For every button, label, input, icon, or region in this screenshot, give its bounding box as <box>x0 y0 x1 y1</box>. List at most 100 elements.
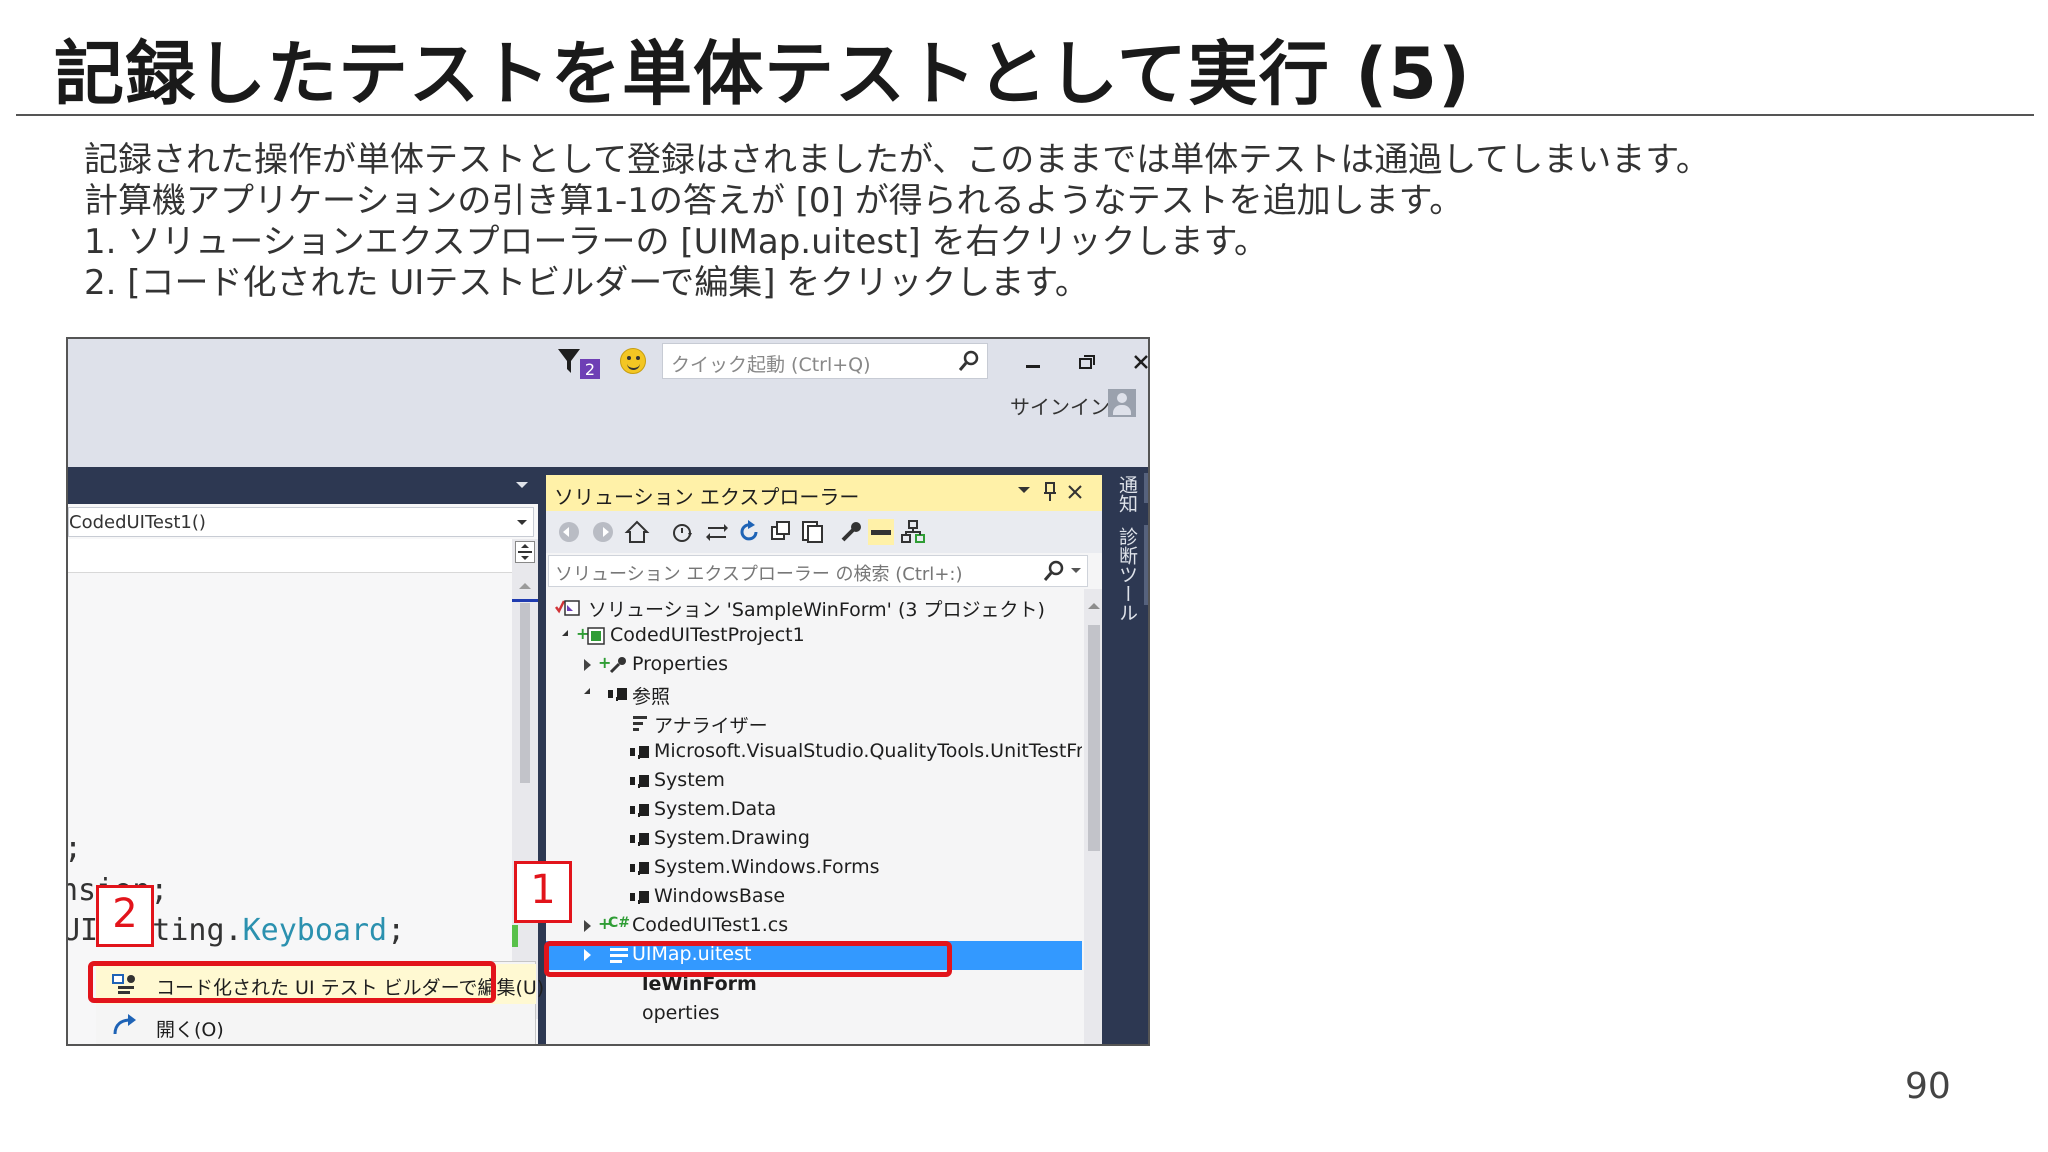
history-icon[interactable] <box>670 519 696 545</box>
code-line-1: ; <box>68 831 82 866</box>
tab-diagnostic-tools[interactable]: 診断ツール <box>1114 527 1141 622</box>
chevron-down-icon <box>517 520 527 530</box>
scrollbar-thumb[interactable] <box>1088 625 1100 851</box>
side-tool-rail: 通知 診断ツール <box>1102 467 1148 1044</box>
tree-item-reference[interactable]: System.Windows.Forms <box>546 854 1082 883</box>
feedback-smiley-icon[interactable] <box>620 348 646 374</box>
highlight-uimap-box <box>544 941 952 977</box>
vs-title-bar: 2 クイック起動 (Ctrl+Q) サインイン <box>68 339 1148 467</box>
tree-item-reference[interactable]: WindowsBase <box>546 883 1082 912</box>
wrench-icon <box>608 655 628 675</box>
solution-explorer-scrollbar[interactable] <box>1084 589 1104 1044</box>
solution-icon <box>554 597 580 617</box>
quick-launch-input[interactable]: クイック起動 (Ctrl+Q) <box>662 343 988 379</box>
tab-indicator <box>1144 473 1148 503</box>
collapse-all-icon[interactable] <box>768 519 794 545</box>
reference-icon <box>630 833 650 845</box>
show-all-files-icon[interactable] <box>800 519 826 545</box>
body-line-1: 記録された操作が単体テストとして登録はされましたが、このままでは単体テストは通過… <box>84 140 1710 180</box>
callout-step-2: 2 <box>96 885 154 947</box>
csharp-file-icon: C# <box>608 915 631 931</box>
visual-studio-screenshot: 2 クイック起動 (Ctrl+Q) サインイン CodedUITest1() U… <box>66 337 1150 1046</box>
notifications-filter-icon[interactable]: 2 <box>556 347 606 379</box>
member-dropdown[interactable]: CodedUITest1() <box>68 507 534 537</box>
body-line-4: 2. [コード化された UIテストビルダーで編集] をクリックします。 <box>84 263 1089 303</box>
code-text: UITesting. <box>66 913 243 948</box>
search-icon[interactable] <box>957 349 981 373</box>
expanded-arrow-icon[interactable] <box>584 688 590 694</box>
slide-title: 記録したテストを単体テストとして実行 (5) <box>54 33 1471 115</box>
pin-icon[interactable] <box>1042 481 1058 508</box>
solution-explorer-toolbar <box>546 511 1148 553</box>
tree-item-reference[interactable]: System.Drawing <box>546 825 1082 854</box>
chevron-down-icon[interactable] <box>516 482 528 494</box>
solution-explorer-title: ソリューション エクスプローラー <box>554 485 860 509</box>
tree-item-reference[interactable]: Microsoft.VisualStudio.QualityTools.Unit… <box>546 738 1082 767</box>
tree-item-solution[interactable]: ソリューション 'SampleWinForm' (3 プロジェクト) <box>546 593 1082 622</box>
body-text: 記録された操作が単体テストとして登録はされましたが、このままでは単体テストは通過… <box>84 140 1710 304</box>
reference-icon <box>630 775 650 787</box>
change-marker <box>512 925 518 947</box>
close-icon[interactable] <box>1066 481 1084 508</box>
solution-explorer-search-input[interactable]: ソリューション エクスプローラー の検索 (Ctrl+:) <box>548 555 1088 587</box>
home-icon[interactable] <box>624 519 650 545</box>
analyzer-icon <box>630 713 650 733</box>
back-icon[interactable] <box>556 519 582 545</box>
references-icon <box>608 688 628 700</box>
tree-item-analyzer[interactable]: アナライザー <box>546 709 1082 738</box>
tree-item-reference[interactable]: System <box>546 767 1082 796</box>
menu-item-label: 開く(O) <box>156 1019 224 1041</box>
callout-step-1: 1 <box>514 861 572 923</box>
scroll-up-icon[interactable] <box>519 577 531 589</box>
tab-notifications[interactable]: 通知 <box>1114 475 1141 513</box>
minimize-icon[interactable] <box>1018 347 1048 377</box>
search-placeholder: ソリューション エクスプローラー の検索 (Ctrl+:) <box>555 564 963 585</box>
tree-item-properties-2[interactable]: operties <box>546 1000 1082 1029</box>
expanded-arrow-icon[interactable] <box>562 630 568 636</box>
preview-selected-icon[interactable] <box>868 519 894 545</box>
member-dropdown-value: CodedUITest1() <box>69 512 206 533</box>
code-text: ; <box>387 913 406 948</box>
scrollbar-thumb[interactable] <box>520 603 530 783</box>
scroll-position-marker <box>512 599 538 602</box>
tree-item-project[interactable]: + CodedUITestProject1 <box>546 622 1082 651</box>
user-avatar-icon[interactable] <box>1108 389 1136 417</box>
page-number: 90 <box>1905 1066 1951 1107</box>
refresh-icon[interactable] <box>736 519 762 545</box>
menu-item-open[interactable]: 開く(O) <box>96 1006 536 1044</box>
highlight-menu-item-box <box>88 961 496 1003</box>
tab-indicator <box>1144 525 1148 605</box>
tree-item-codeduitest-cs[interactable]: + C# CodedUITest1.cs <box>546 912 1082 941</box>
editor-scrollbar[interactable] <box>512 539 538 1019</box>
search-icon[interactable] <box>1043 560 1065 582</box>
properties-icon[interactable] <box>838 519 864 545</box>
reference-icon <box>630 746 650 758</box>
reference-icon <box>630 891 650 903</box>
class-diagram-icon[interactable] <box>900 519 926 545</box>
tree-item-reference[interactable]: System.Data <box>546 796 1082 825</box>
signin-link[interactable]: サインイン <box>1010 391 1110 420</box>
chevron-down-icon[interactable] <box>1018 487 1030 499</box>
tree-item-references[interactable]: 参照 <box>546 680 1082 709</box>
title-divider <box>16 114 2034 116</box>
collapsed-arrow-icon[interactable] <box>584 659 591 671</box>
solution-tree: ソリューション 'SampleWinForm' (3 プロジェクト) + Cod… <box>546 589 1082 1044</box>
reference-icon <box>630 804 650 816</box>
split-window-icon[interactable] <box>515 541 535 563</box>
open-icon <box>110 1012 138 1040</box>
notifications-count: 2 <box>585 360 595 379</box>
collapsed-arrow-icon[interactable] <box>584 920 591 932</box>
sync-icon[interactable] <box>704 519 730 545</box>
quick-launch-placeholder: クイック起動 (Ctrl+Q) <box>671 354 871 376</box>
body-line-3: 1. ソリューションエクスプローラーの [UIMap.uitest] を右クリッ… <box>84 222 1269 262</box>
forward-icon[interactable] <box>590 519 616 545</box>
chevron-down-icon[interactable] <box>1071 568 1081 578</box>
body-line-2: 計算機アプリケーションの引き算1-1の答えが [0] が得られるようなテストを追… <box>84 181 1464 221</box>
restore-icon[interactable] <box>1072 347 1102 377</box>
tree-item-properties[interactable]: + Properties <box>546 651 1082 680</box>
close-icon[interactable] <box>1126 347 1148 377</box>
scroll-up-icon[interactable] <box>1088 597 1100 609</box>
code-keyword: Keyboard <box>242 913 388 948</box>
reference-icon <box>630 862 650 874</box>
solution-explorer-title-bar[interactable]: ソリューション エクスプローラー <box>546 475 1148 511</box>
